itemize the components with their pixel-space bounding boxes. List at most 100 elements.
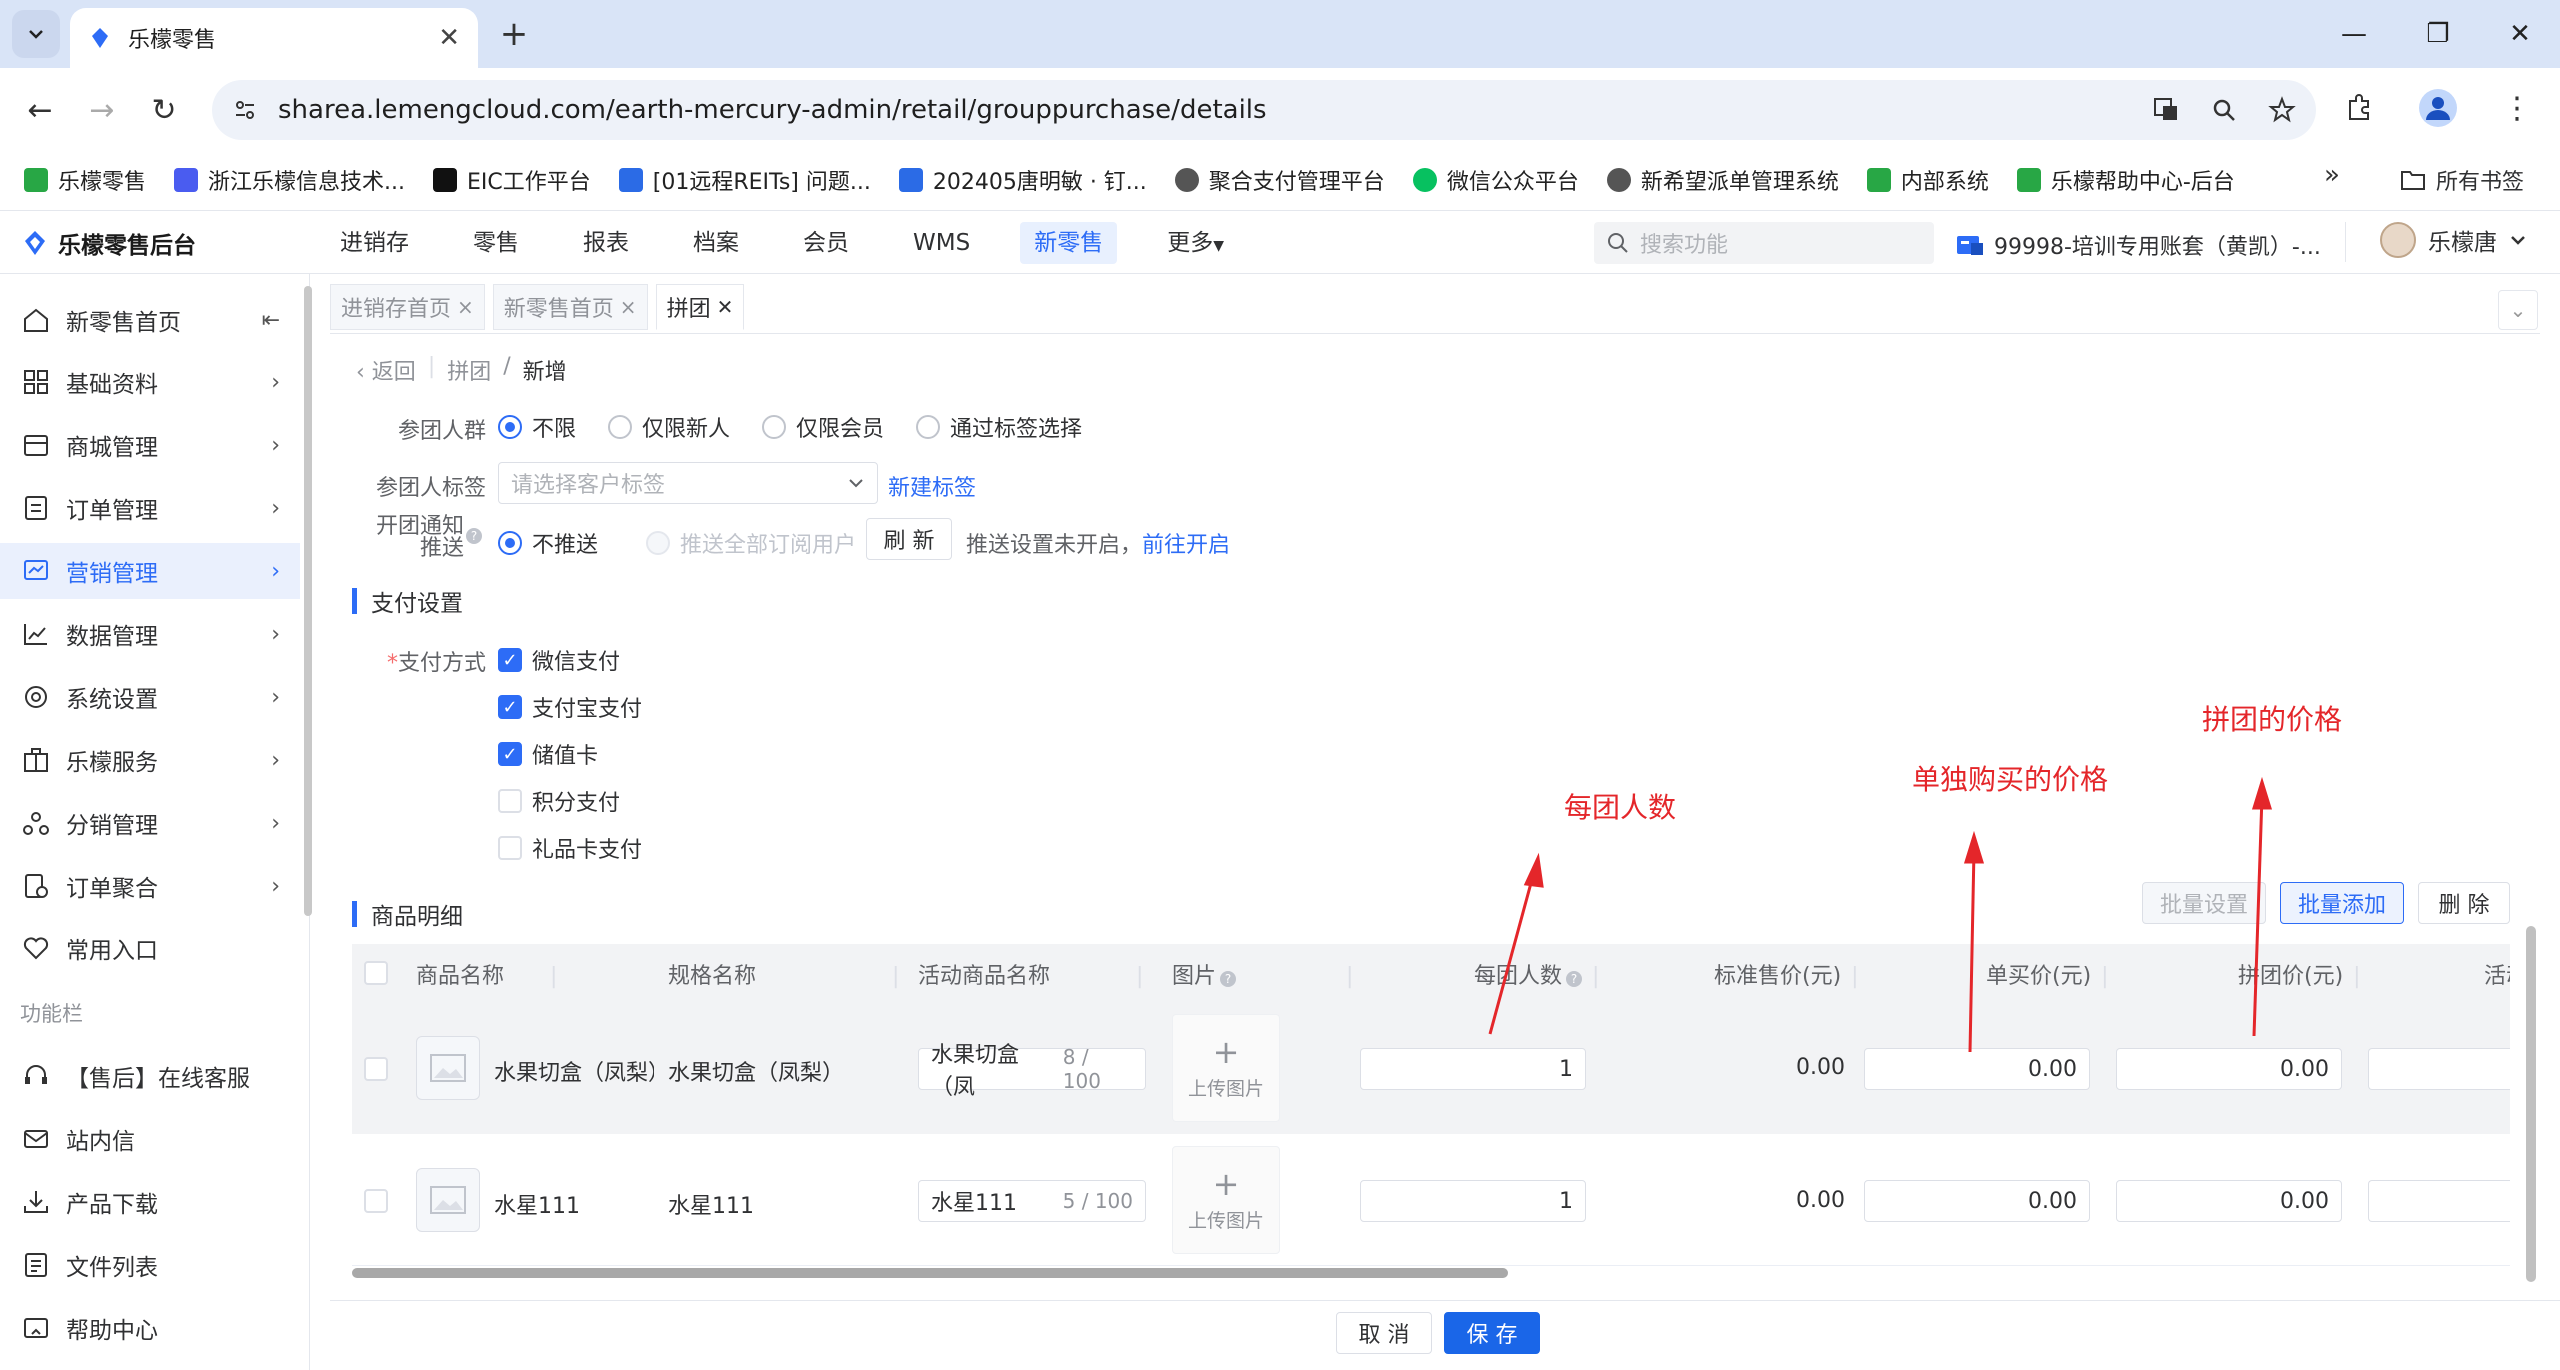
tag-select[interactable]: 请选择客户标签 — [498, 462, 878, 504]
browser-tab[interactable]: 乐檬零售 ✕ — [70, 8, 478, 68]
close-icon[interactable]: × — [620, 295, 637, 319]
sidebar-item-service[interactable]: 乐檬服务 › — [0, 732, 300, 788]
bookmark-item[interactable]: 内部系统 — [1866, 164, 1989, 196]
bookmark-item[interactable]: 聚合支付管理平台 — [1174, 164, 1385, 196]
breadcrumb-parent[interactable]: 拼团 — [447, 354, 491, 386]
user-menu[interactable]: 乐檬唐 — [2380, 222, 2527, 258]
close-icon[interactable]: ✕ — [717, 295, 734, 319]
table-horizontal-scrollbar[interactable] — [352, 1268, 1508, 1278]
crowd-radio-tag[interactable]: 通过标签选择 — [916, 411, 1082, 443]
new-tag-link[interactable]: 新建标签 — [888, 470, 976, 502]
close-window-button[interactable]: ✕ — [2492, 12, 2548, 56]
content-vertical-scrollbar[interactable] — [2526, 926, 2536, 1282]
bookmark-item[interactable]: 浙江乐檬信息技术... — [174, 164, 405, 196]
nav-item[interactable]: 进销存 — [326, 222, 423, 264]
notify-radio-all[interactable]: 推送全部订阅用户 — [646, 527, 856, 559]
sidebar-item-settings[interactable]: 系统设置 › — [0, 669, 300, 725]
bookmark-item[interactable]: 乐檬零售 — [24, 164, 146, 196]
sidebar-item-orders[interactable]: 订单管理 › — [0, 480, 300, 536]
payment-checkbox-stored-card[interactable]: ✓ 储值卡 — [498, 738, 598, 770]
function-search-input[interactable]: 搜索功能 — [1594, 222, 1934, 264]
sidebar-item-data[interactable]: 数据管理 › — [0, 606, 300, 662]
upload-image-button[interactable]: + 上传图片 — [1172, 1014, 1280, 1122]
group-size-input[interactable]: 1 — [1360, 1048, 1586, 1090]
reload-button[interactable]: ↻ — [142, 88, 186, 132]
delete-button[interactable]: 删 除 — [2418, 882, 2510, 924]
cancel-button[interactable]: 取 消 — [1336, 1312, 1432, 1354]
page-tab-active[interactable]: 拼团 ✕ — [655, 284, 745, 330]
payment-checkbox-alipay[interactable]: ✓ 支付宝支付 — [498, 691, 642, 723]
help-question-icon[interactable]: ? — [1566, 971, 1583, 987]
nav-item[interactable]: 会员 — [789, 222, 863, 264]
forward-button[interactable]: → — [80, 88, 124, 132]
batch-add-button[interactable]: 批量添加 — [2280, 882, 2404, 924]
crowd-radio-new[interactable]: 仅限新人 — [608, 411, 730, 443]
nav-item[interactable]: 零售 — [459, 222, 533, 264]
sidebar-item-favorites[interactable]: 常用入口 — [0, 920, 300, 976]
close-icon[interactable]: × — [457, 295, 474, 319]
sidebar-item-home[interactable]: 新零售首页 ⇤ — [0, 292, 300, 348]
payment-checkbox-wechat[interactable]: ✓ 微信支付 — [498, 644, 620, 676]
upload-image-button[interactable]: + 上传图片 — [1172, 1146, 1280, 1254]
enable-push-link[interactable]: 前往开启 — [1142, 527, 1230, 559]
bookmark-item[interactable]: 202405唐明敏 · 钉... — [898, 164, 1147, 196]
activity-input[interactable] — [2368, 1048, 2510, 1090]
select-all-checkbox[interactable] — [364, 961, 388, 985]
page-tab[interactable]: 新零售首页 × — [492, 284, 648, 330]
back-link[interactable]: ‹ 返回 — [356, 354, 416, 386]
group-price-input[interactable]: 0.00 — [2116, 1048, 2342, 1090]
sidebar-item-help[interactable]: 帮助中心 — [0, 1300, 300, 1356]
restore-button[interactable]: ❐ — [2410, 12, 2466, 56]
row-checkbox[interactable] — [364, 1057, 388, 1081]
activity-name-input[interactable]: 水果切盒（凤 8 / 100 — [918, 1043, 1146, 1100]
site-info-icon[interactable] — [232, 97, 258, 123]
row-checkbox[interactable] — [364, 1189, 388, 1213]
nav-item-active[interactable]: 新零售 — [1020, 222, 1118, 264]
bookmark-star-icon[interactable] — [2268, 96, 2296, 124]
sidebar-item-messages[interactable]: 站内信 — [0, 1111, 300, 1167]
nav-item[interactable]: 档案 — [679, 222, 753, 264]
crowd-radio-unlimited[interactable]: 不限 — [498, 411, 576, 443]
page-tab[interactable]: 进销存首页 × — [330, 284, 485, 330]
tab-search-button[interactable] — [12, 10, 60, 58]
all-bookmarks[interactable]: 所有书签 — [2400, 164, 2524, 196]
browser-menu-icon[interactable]: ⋮ — [2502, 91, 2532, 126]
back-button[interactable]: ← — [18, 88, 62, 132]
nav-item[interactable]: WMS — [899, 222, 984, 264]
extensions-icon[interactable] — [2344, 93, 2374, 123]
collapse-sidebar-icon[interactable]: ⇤ — [262, 308, 280, 333]
nav-item[interactable]: 报表 — [569, 222, 643, 264]
close-tab-icon[interactable]: ✕ — [438, 23, 460, 53]
bookmark-item[interactable]: EIC工作平台 — [433, 164, 591, 196]
sidebar-item-distribution[interactable]: 分销管理 › — [0, 795, 300, 851]
bookmark-item[interactable]: [01远程REITs] 问题... — [618, 164, 871, 196]
sidebar-scrollbar[interactable] — [304, 286, 312, 916]
help-question-icon[interactable]: ? — [466, 528, 482, 544]
profile-icon[interactable] — [2418, 88, 2458, 128]
activity-name-input[interactable]: 水星111 5 / 100 — [918, 1180, 1146, 1222]
single-price-input[interactable]: 0.00 — [1864, 1048, 2090, 1090]
new-tab-button[interactable]: + — [492, 12, 536, 56]
address-bar[interactable]: sharea.lemengcloud.com/earth-mercury-adm… — [212, 80, 2316, 140]
account-selector[interactable]: 99998-培训专用账套（黄凯）-... — [1956, 229, 2321, 261]
translate-icon[interactable] — [2152, 96, 2180, 124]
group-price-input[interactable]: 0.00 — [2116, 1180, 2342, 1222]
bookmark-item[interactable]: 乐檬帮助中心-后台 — [2016, 164, 2235, 196]
tabs-dropdown-button[interactable]: ⌄ — [2498, 290, 2538, 330]
sidebar-item-marketing[interactable]: 营销管理 › — [0, 543, 300, 599]
save-button[interactable]: 保 存 — [1444, 1312, 1540, 1354]
sidebar-item-order-aggregate[interactable]: 订单聚合 › — [0, 858, 300, 914]
zoom-icon[interactable] — [2210, 96, 2238, 124]
payment-checkbox-gift-card[interactable]: 礼品卡支付 — [498, 832, 642, 864]
sidebar-item-mall[interactable]: 商城管理 › — [0, 417, 300, 473]
batch-set-button[interactable]: 批量设置 — [2142, 882, 2266, 924]
bookmarks-overflow-icon[interactable]: » — [2324, 160, 2340, 190]
refresh-button[interactable]: 刷 新 — [866, 518, 952, 560]
sidebar-item-basic-data[interactable]: 基础资料 › — [0, 354, 300, 410]
bookmark-item[interactable]: 微信公众平台 — [1412, 164, 1579, 196]
group-size-input[interactable]: 1 — [1360, 1180, 1586, 1222]
activity-input[interactable] — [2368, 1180, 2510, 1222]
minimize-button[interactable]: — — [2326, 12, 2382, 56]
single-price-input[interactable]: 0.00 — [1864, 1180, 2090, 1222]
sidebar-item-downloads[interactable]: 产品下载 — [0, 1174, 300, 1230]
